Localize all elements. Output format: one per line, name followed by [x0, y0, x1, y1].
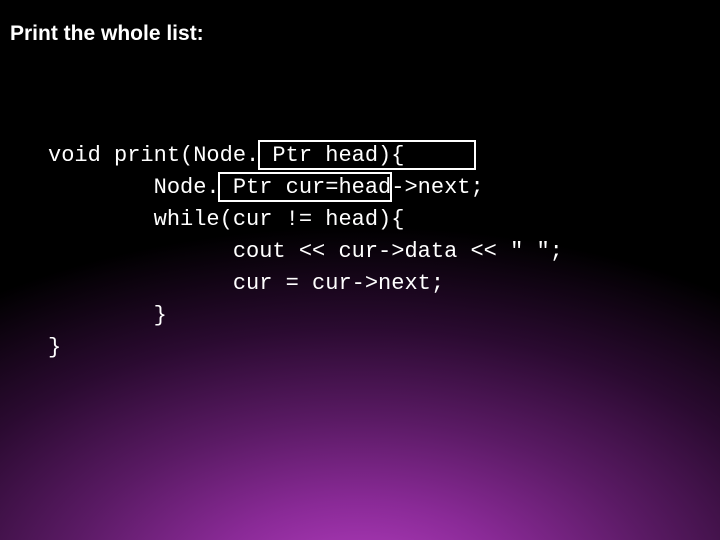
code-line-5: cur = cur->next;: [48, 271, 444, 296]
code-line-4: cout << cur->data << " ";: [48, 239, 563, 264]
code-line-1: void print(Node. Ptr head){: [48, 143, 404, 168]
code-line-6: }: [48, 303, 167, 328]
code-line-2: Node. Ptr cur=head->next;: [48, 175, 484, 200]
code-block: void print(Node. Ptr head){ Node. Ptr cu…: [48, 108, 563, 364]
code-line-7: }: [48, 335, 61, 360]
slide: Print the whole list: void print(Node. P…: [0, 0, 720, 540]
code-line-3: while(cur != head){: [48, 207, 404, 232]
slide-title: Print the whole list:: [10, 22, 204, 46]
